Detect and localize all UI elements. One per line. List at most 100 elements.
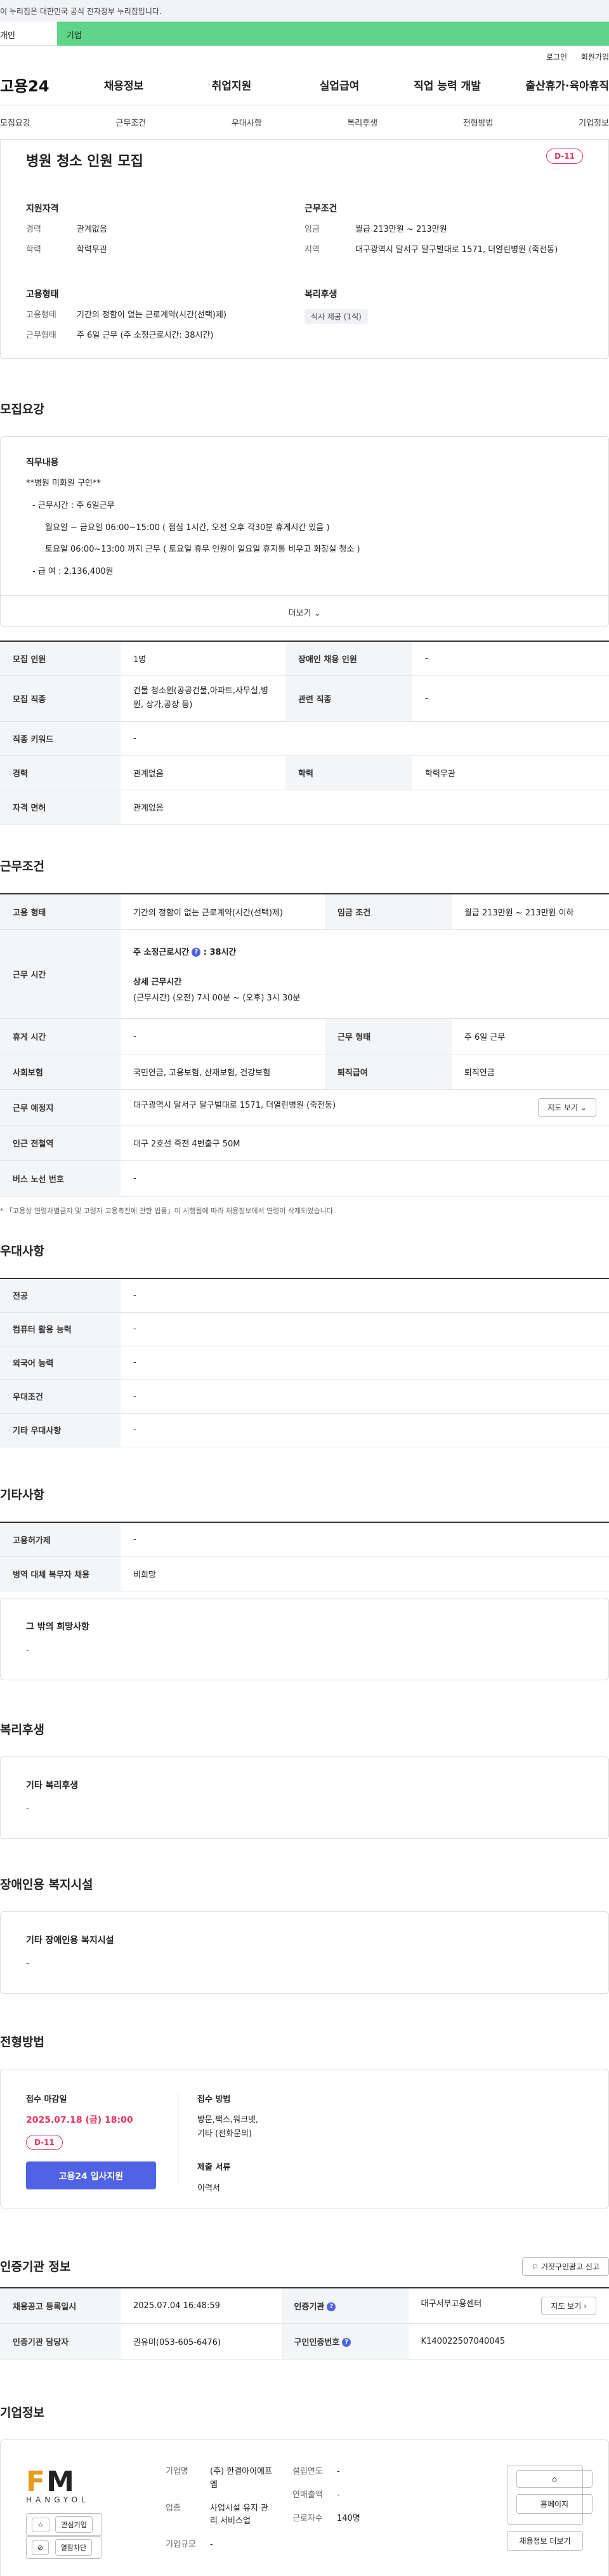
gnb-employment-support[interactable]: 취업지원 — [178, 77, 285, 93]
info-icon[interactable]: ? — [192, 948, 201, 957]
map-button[interactable]: 지도 보기 ⌄ — [538, 1098, 596, 1117]
table-row: 휴게 시간 - 근무 형태 주 6일 근무 — [0, 1018, 609, 1054]
welfare-value: - — [26, 1804, 29, 1814]
company-logo: FM HANGYOL ☆ 관심기업 ⊘ 열람차단 — [26, 2466, 166, 2559]
user-type-tabs: 개인 기업 — [0, 22, 609, 46]
info-icon[interactable]: ? — [327, 2302, 336, 2312]
co-workers-key: 근로자수 — [292, 2513, 323, 2523]
welfare-title: 복리후생 — [304, 289, 337, 300]
job-desc-line: - 근무시간 : 주 6일근무 — [32, 500, 115, 510]
job-key: 모집 직종 — [0, 675, 121, 722]
region-key: 지역 — [304, 244, 320, 255]
co-size-key: 기업규모 — [166, 2540, 196, 2550]
career-value: 관계없음 — [77, 225, 107, 234]
site-logo[interactable]: 고용24 — [0, 74, 70, 96]
homepage-button[interactable]: ⌂ 홈페이지 — [507, 2466, 593, 2525]
anchor-company[interactable]: 기업정보 — [579, 116, 609, 128]
other-wish-value: - — [26, 1645, 29, 1655]
block-button[interactable]: ⊘ 열람차단 — [26, 2536, 102, 2559]
career-value: 관계없음 — [121, 755, 285, 790]
chevron-right-icon: › — [584, 2301, 587, 2311]
insurance-key: 사회보험 — [0, 1054, 121, 1090]
gnb-training[interactable]: 직업 능력 개발 — [393, 77, 501, 93]
lang-key: 외국어 능력 — [0, 1346, 121, 1380]
age-note: * 「고용상 연령차별금지 및 고령자 고용촉진에 관한 법률」이 시행됨에 따… — [0, 1206, 336, 1215]
apply-section: 전형방법 접수 마감일 2025.07.18 (금) 18:00 D-11 고용… — [0, 2033, 609, 2208]
tab-individual[interactable]: 개인 — [0, 22, 57, 46]
prefer-table: 전공 - 컴퓨터 활용 능력 - 외국어 능력 - 우대조건 - 기타 우대사항 - — [0, 1278, 609, 1447]
etc-title: 기타사항 — [0, 1488, 44, 1502]
gnb-unemployment-benefit[interactable]: 실업급여 — [285, 77, 393, 93]
detail-hours-label: 상세 근무시간 — [133, 977, 182, 987]
join-link[interactable]: 회원가입 — [581, 53, 609, 62]
table-row: 근무 시간 주 소정근로시간? : 38시간 상세 근무시간 (근무시간) (오… — [0, 929, 609, 1019]
co-name-key: 기업명 — [166, 2467, 188, 2476]
job-value: 건물 청소원(공공건물,아파트,사무실,병원, 상가,공장 등) — [121, 675, 285, 722]
co-sales-value: - — [337, 2490, 340, 2500]
conditions-table: 고용 형태 기간의 정함이 없는 근로계약(시간(선택)제) 임금 조건 월급 … — [0, 893, 609, 1197]
org-value: 대구서부고용센터 — [421, 2299, 482, 2309]
prefer-etc-value: - — [121, 1413, 609, 1447]
co-est-key: 설립연도 — [292, 2467, 323, 2476]
table-row: 모집 인원 1명 장애인 채용 인원 - — [0, 641, 609, 676]
anchor-conditions[interactable]: 근무조건 — [115, 116, 146, 128]
job-summary-card: 병원 청소 인원 모집 D-11 지원자격 경력 관계없음 학력 학력무관 고용형태… — [0, 140, 609, 359]
welfare-label: 기타 복리후생 — [26, 1781, 79, 1791]
login-link[interactable]: 로그인 — [546, 53, 567, 62]
keyword-value: - — [121, 721, 609, 756]
manager-key: 인증기관 담당자 — [0, 2323, 121, 2360]
anchor-welfare[interactable]: 복리후생 — [347, 116, 377, 128]
other-wish-box: 그 밖의 희망사항 - — [0, 1597, 609, 1680]
gnb-jobs[interactable]: 채용정보 — [70, 77, 178, 93]
gnb-parental-leave[interactable]: 출산휴가·육아휴직 — [501, 77, 609, 93]
anchor-recruit[interactable]: 모집요강 — [0, 116, 30, 128]
report-button[interactable]: ⚐ 거짓구인광고 신고 — [522, 2257, 609, 2276]
co-workers-value: 140명 — [337, 2513, 360, 2523]
apply-card: 접수 마감일 2025.07.18 (금) 18:00 D-11 고용24 입사… — [0, 2069, 609, 2208]
rest-key: 휴게 시간 — [0, 1018, 121, 1054]
military-value: 비희망 — [121, 1557, 609, 1591]
global-nav: 고용24 채용정보 취업지원 실업급여 직업 능력 개발 출산휴가·육아휴직 — [0, 65, 609, 105]
prefer-cond-key: 우대조건 — [0, 1379, 121, 1414]
more-jobs-button[interactable]: 채용정보 더보기 — [507, 2531, 583, 2551]
job-desc-line: 토요일 06:00~13:00 까지 근무 ( 토요일 휴무 인원이 일요일 휴… — [45, 545, 360, 555]
rest-value: - — [121, 1018, 325, 1054]
anchor-apply[interactable]: 전형방법 — [463, 116, 494, 128]
table-row: 채용공고 등록일시 2025.07.04 16:48:59 인증기관? 대구서부… — [0, 2288, 609, 2324]
tab-business[interactable]: 기업 — [57, 22, 609, 46]
hours-value-cell: 주 소정근로시간? : 38시간 상세 근무시간 (근무시간) (오전) 7시 … — [121, 929, 609, 1019]
anchor-nav: 모집요강 근무조건 우대사항 복리후생 전형방법 기업정보 — [0, 105, 609, 140]
co-size-value: - — [210, 2540, 213, 2550]
hours-value: : 38시간 — [203, 947, 237, 957]
chevron-down-icon: ⌄ — [313, 609, 321, 618]
etc-table: 고용허가제 - 병역 대체 복무자 채용 비희망 — [0, 1522, 609, 1591]
license-value: 관계없음 — [121, 790, 609, 825]
info-icon[interactable]: ? — [342, 2338, 351, 2347]
anchor-prefer[interactable]: 우대사항 — [232, 116, 262, 128]
agency-map-button[interactable]: 지도 보기 › — [541, 2296, 596, 2315]
related-value: - — [412, 675, 609, 722]
job-desc-line: - 급 여 : 2,136,400원 — [32, 567, 114, 577]
table-row: 자격 면허 관계없음 — [0, 790, 609, 825]
lang-value: - — [121, 1346, 609, 1380]
more-button[interactable]: 더보기 ⌄ — [1, 595, 608, 626]
home-icon: ⌂ — [516, 2470, 593, 2488]
reg-key: 채용공고 등록일시 — [0, 2288, 121, 2324]
place-key: 근무 예정지 — [0, 1089, 121, 1125]
job-desc-line: **병원 미화원 구인** — [26, 479, 101, 488]
method-label: 접수 방법 — [197, 2095, 231, 2104]
disabled-key: 장애인 채용 인원 — [285, 641, 412, 676]
co-sales-key: 연매출액 — [292, 2490, 323, 2500]
deadline-value: 2025.07.18 (금) 18:00 — [26, 2115, 133, 2125]
id-key: 구인인증번호? — [281, 2323, 409, 2360]
apply-button[interactable]: 고용24 입사지원 — [26, 2161, 156, 2189]
count-value: 1명 — [121, 641, 285, 676]
table-row: 사회보험 국민연금, 고용보험, 산재보험, 건강보험 퇴직급여 퇴직연금 — [0, 1054, 609, 1090]
job-desc-line: 월요일 ~ 금요일 06:00~15:00 ( 점심 1시간, 오전 오후 각3… — [45, 522, 330, 533]
count-key: 모집 인원 — [0, 641, 121, 676]
docs-value: 이력서 — [197, 2184, 220, 2194]
favorite-button[interactable]: ☆ 관심기업 — [26, 2513, 102, 2536]
org-key: 인증기관? — [281, 2288, 409, 2324]
table-row: 고용 형태 기간의 정함이 없는 근로계약(시간(선택)제) 임금 조건 월급 … — [0, 894, 609, 930]
computer-key: 컴퓨터 활용 능력 — [0, 1312, 121, 1346]
